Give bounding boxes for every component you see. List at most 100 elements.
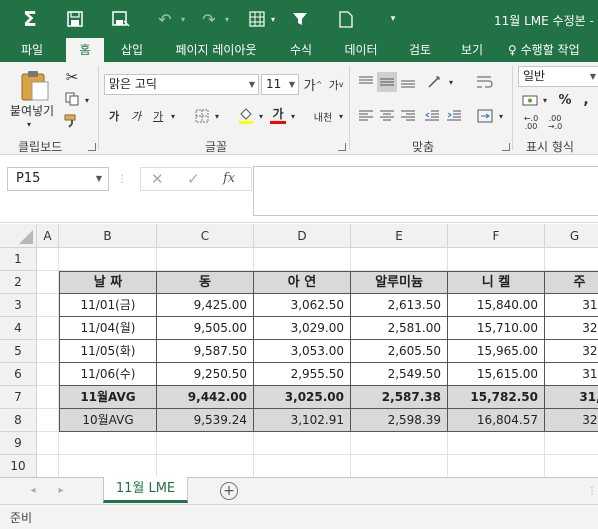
sheet-tab-11월-lme[interactable]: 11월 LME <box>103 477 188 503</box>
table-row-label[interactable]: 11월AVG <box>59 386 157 409</box>
table-cell[interactable]: 2,581.00 <box>351 317 448 340</box>
save-as-icon[interactable] <box>108 6 134 32</box>
cut-icon[interactable]: ✂ <box>62 68 82 86</box>
grid-cell[interactable] <box>448 455 545 477</box>
table-cell[interactable]: 9,425.00 <box>157 294 254 317</box>
italic-button[interactable]: 가 <box>126 106 146 126</box>
grid-cell[interactable] <box>37 363 59 386</box>
select-all-corner[interactable] <box>0 224 37 248</box>
table-row-label[interactable]: 11/06(수) <box>59 363 157 386</box>
font-size-combo[interactable]: 11 ▼ <box>261 74 299 95</box>
tab-file[interactable]: 파일 <box>8 38 56 62</box>
grid-cell[interactable] <box>351 248 448 271</box>
column-header[interactable]: E <box>351 224 448 248</box>
grid-cell[interactable] <box>254 248 351 271</box>
border-dropdown-icon[interactable]: ▾ <box>212 110 222 122</box>
customize-toolbar-icon[interactable]: ▾ <box>380 6 406 32</box>
table-header-cell[interactable]: 아 연 <box>254 271 351 294</box>
shrink-font-button[interactable]: 가v <box>326 74 346 95</box>
orientation-icon[interactable] <box>424 72 446 92</box>
decrease-indent-icon[interactable] <box>422 106 442 126</box>
column-header[interactable]: G <box>545 224 598 248</box>
save-icon[interactable] <box>62 6 88 32</box>
grid-cell[interactable] <box>157 432 254 455</box>
row-header[interactable]: 2 <box>0 271 37 294</box>
grid-cell[interactable] <box>59 432 157 455</box>
tab-page-layout[interactable]: 페이지 레이아웃 <box>165 38 267 62</box>
number-format-combo[interactable]: 일반 ▼ <box>518 66 598 87</box>
table-cell[interactable]: 3,025.00 <box>254 386 351 409</box>
grid-cell[interactable] <box>37 409 59 432</box>
grid-cell[interactable] <box>37 317 59 340</box>
table-cell[interactable]: 2,549.50 <box>351 363 448 386</box>
phonetic-button[interactable]: 내천 <box>310 106 336 126</box>
table-header-cell[interactable]: 동 <box>157 271 254 294</box>
border-button[interactable] <box>192 106 212 126</box>
font-launcher-icon[interactable] <box>338 143 346 151</box>
grid-cell[interactable] <box>545 248 598 271</box>
table-cell[interactable]: 3,102.91 <box>254 409 351 432</box>
scroll-next-sheet-icon[interactable]: ▸ <box>54 482 68 498</box>
grid-cell[interactable] <box>37 340 59 363</box>
table-cell[interactable]: 2,955.50 <box>254 363 351 386</box>
worksheet-grid[interactable]: ABCDEFG 1234567891011 날 짜동아 연알루미늄니 켈주11/… <box>0 224 598 477</box>
table-cell[interactable]: 31,4 <box>545 363 598 386</box>
grid-cell[interactable] <box>448 432 545 455</box>
table-cell[interactable]: 2,613.50 <box>351 294 448 317</box>
tell-me-search[interactable]: ♀ 수행할 작업 <box>508 38 598 62</box>
font-color-button[interactable]: 가 <box>268 104 288 126</box>
paste-label[interactable]: 붙여넣기 <box>6 102 58 118</box>
grid-cell[interactable] <box>37 248 59 271</box>
table-cell[interactable]: 2,605.50 <box>351 340 448 363</box>
merge-center-icon[interactable] <box>474 106 496 126</box>
grid-cell[interactable] <box>351 455 448 477</box>
grid-cell[interactable] <box>59 455 157 477</box>
row-header[interactable]: 1 <box>0 248 37 271</box>
phonetic-dropdown-icon[interactable]: ▾ <box>336 110 346 122</box>
table-cell[interactable]: 9,539.24 <box>157 409 254 432</box>
table-cell[interactable]: 15,965.00 <box>448 340 545 363</box>
filter-icon[interactable] <box>287 6 313 32</box>
table-cell[interactable]: 3,062.50 <box>254 294 351 317</box>
table-header-cell[interactable]: 주 <box>545 271 598 294</box>
table-cell[interactable]: 15,710.00 <box>448 317 545 340</box>
cancel-icon[interactable]: ✕ <box>151 170 164 188</box>
grid-cell[interactable] <box>545 455 598 477</box>
table-cell[interactable]: 9,505.00 <box>157 317 254 340</box>
accounting-format-icon[interactable] <box>520 90 540 110</box>
name-box[interactable]: P15 ▼ <box>7 167 109 191</box>
row-header[interactable]: 7 <box>0 386 37 409</box>
copy-dropdown-icon[interactable]: ▾ <box>82 94 92 106</box>
row-header[interactable]: 6 <box>0 363 37 386</box>
grid-cell[interactable] <box>37 432 59 455</box>
table-cell[interactable]: 31,7 <box>545 386 598 409</box>
format-painter-icon[interactable] <box>62 112 82 130</box>
borders-dropdown-icon[interactable]: ▾ <box>260 6 286 32</box>
merge-dropdown-icon[interactable]: ▾ <box>496 110 506 122</box>
row-header[interactable]: 10 <box>0 455 37 477</box>
grow-font-button[interactable]: 가 ^ <box>303 74 323 95</box>
align-left-icon[interactable] <box>356 106 376 126</box>
tab-data[interactable]: 데이터 <box>337 38 385 62</box>
table-cell[interactable]: 15,615.00 <box>448 363 545 386</box>
table-row-label[interactable]: 11/01(금) <box>59 294 157 317</box>
column-header[interactable]: A <box>37 224 59 248</box>
table-cell[interactable]: 2,587.38 <box>351 386 448 409</box>
decrease-decimal-icon[interactable]: .00 →.0 <box>544 114 566 132</box>
copy-icon[interactable] <box>62 90 82 108</box>
table-header-cell[interactable]: 날 짜 <box>59 271 157 294</box>
new-sheet-icon[interactable]: + <box>220 482 238 500</box>
tab-home[interactable]: 홈 <box>66 38 104 62</box>
clipboard-launcher-icon[interactable] <box>88 143 96 151</box>
formula-input[interactable] <box>253 166 598 216</box>
table-header-cell[interactable]: 니 켈 <box>448 271 545 294</box>
enter-icon[interactable]: ✓ <box>187 170 200 188</box>
tab-review[interactable]: 검토 <box>400 38 440 62</box>
align-bottom-icon[interactable] <box>398 72 418 92</box>
table-cell[interactable]: 31,4 <box>545 294 598 317</box>
grid-cell[interactable] <box>254 455 351 477</box>
alignment-launcher-icon[interactable] <box>502 143 510 151</box>
grid-cell[interactable] <box>37 386 59 409</box>
grid-cell[interactable] <box>59 248 157 271</box>
tab-view[interactable]: 보기 <box>452 38 492 62</box>
